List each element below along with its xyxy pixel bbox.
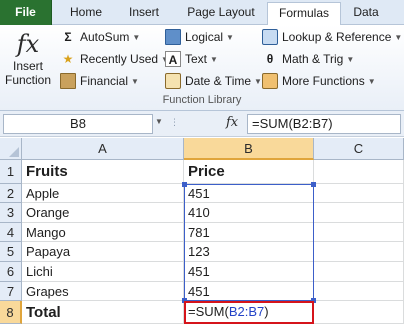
more-functions-label: More Functions <box>282 74 365 88</box>
logical-icon <box>165 28 181 45</box>
formula-prefix: =SUM( <box>188 304 229 319</box>
financial-button[interactable]: Financial ▼ <box>60 71 139 91</box>
row-header-7[interactable]: 7 <box>0 282 22 301</box>
tab-file[interactable]: File <box>0 0 52 25</box>
cell-c3[interactable] <box>314 203 404 223</box>
column-header-a[interactable]: A <box>22 138 184 160</box>
chevron-down-icon: ▼ <box>132 32 141 42</box>
tab-page-layout[interactable]: Page Layout <box>178 2 264 25</box>
formula-input[interactable]: =SUM(B2:B7) <box>247 114 401 134</box>
formula-suffix: ) <box>264 304 269 319</box>
row-header-2[interactable]: 2 <box>0 184 22 203</box>
row-header-8[interactable]: 8 <box>0 301 22 324</box>
cell-b4[interactable]: 781 <box>184 223 314 242</box>
chevron-down-icon: ▼ <box>346 54 355 64</box>
recently-used-label: Recently Used <box>80 52 159 66</box>
cell-b7[interactable]: 451 <box>184 282 314 301</box>
row-header-1[interactable]: 1 <box>0 160 22 184</box>
insert-function-button[interactable]: fx Insert Function <box>4 29 52 91</box>
cell-a6[interactable]: Lichi <box>22 262 184 282</box>
chevron-down-icon: ▼ <box>367 76 376 86</box>
lookup-reference-icon <box>262 28 278 45</box>
text-icon: A <box>165 50 181 67</box>
insert-function-icon: fx <box>16 30 40 58</box>
financial-icon <box>60 72 76 89</box>
cell-c8[interactable] <box>314 301 404 324</box>
date-time-icon <box>165 72 181 89</box>
cell-b3[interactable]: 410 <box>184 203 314 223</box>
date-time-label: Date & Time <box>185 74 252 88</box>
chevron-down-icon: ▼ <box>210 54 218 64</box>
financial-label: Financial <box>80 74 129 88</box>
text-button[interactable]: A Text ▼ <box>165 49 218 69</box>
cell-a3[interactable]: Orange <box>22 203 184 223</box>
row-header-6[interactable]: 6 <box>0 262 22 282</box>
lookup-reference-button[interactable]: Lookup & Reference ▼ <box>262 27 402 47</box>
autosum-button[interactable]: Σ AutoSum ▼ <box>60 27 140 47</box>
chevron-down-icon: ▼ <box>394 32 403 42</box>
recently-used-button[interactable]: ★Recently Used▼ <box>60 49 169 69</box>
recently-used-icon: ★ <box>62 51 74 66</box>
cell-b5[interactable]: 123 <box>184 242 314 262</box>
row-header-4[interactable]: 4 <box>0 223 22 242</box>
ribbon-group-label: Function Library <box>162 94 242 106</box>
name-box-dropdown-icon[interactable]: ▼ <box>155 117 163 126</box>
tab-data[interactable]: Data <box>346 2 386 25</box>
formula-bar: B8 ▼ ⋮ fx =SUM(B2:B7) <box>0 111 404 137</box>
formula-bar-resize-grip-icon[interactable]: ⋮ <box>170 117 180 128</box>
cell-a5[interactable]: Papaya <box>22 242 184 262</box>
cell-a8[interactable]: Total <box>22 301 184 324</box>
math-trig-icon: θ <box>266 51 274 66</box>
cell-c4[interactable] <box>314 223 404 242</box>
insert-function-label-line1: Insert <box>12 59 43 73</box>
cell-c2[interactable] <box>314 184 404 203</box>
tab-home[interactable]: Home <box>58 2 114 25</box>
formula-range-reference: B2:B7 <box>228 304 265 319</box>
select-all-corner[interactable] <box>0 138 22 160</box>
math-trig-button[interactable]: θ Math & Trig ▼ <box>262 49 355 69</box>
logical-button[interactable]: Logical ▼ <box>165 27 234 47</box>
cell-b6[interactable]: 451 <box>184 262 314 282</box>
insert-function-fx-icon[interactable]: fx <box>226 115 238 130</box>
autosum-label: AutoSum <box>80 30 130 44</box>
cell-a7[interactable]: Grapes <box>22 282 184 301</box>
name-box[interactable]: B8 <box>3 114 153 134</box>
ribbon-tab-bar: File Home Insert Page Layout Formulas Da… <box>0 0 404 26</box>
cell-c7[interactable] <box>314 282 404 301</box>
cell-c1[interactable] <box>314 160 404 184</box>
cell-b2[interactable]: 451 <box>184 184 314 203</box>
date-time-button[interactable]: Date & Time ▼ <box>165 71 262 91</box>
cell-c6[interactable] <box>314 262 404 282</box>
row-header-3[interactable]: 3 <box>0 203 22 223</box>
cell-a1[interactable]: Fruits <box>22 160 184 184</box>
column-header-b[interactable]: B <box>184 138 314 160</box>
row-header-5[interactable]: 5 <box>0 242 22 262</box>
insert-function-label-line2: Function <box>4 73 52 87</box>
logical-label: Logical <box>185 30 224 44</box>
column-header-c[interactable]: C <box>314 138 404 160</box>
cell-c5[interactable] <box>314 242 404 262</box>
worksheet-grid[interactable]: A B C 1 Fruits Price 2 Apple 451 3 Orang… <box>0 138 404 334</box>
tab-formulas[interactable]: Formulas <box>267 2 341 26</box>
lookup-reference-label: Lookup & Reference <box>282 30 392 44</box>
more-functions-button[interactable]: More Functions ▼ <box>262 71 376 91</box>
text-label: Text <box>185 52 208 66</box>
tab-insert[interactable]: Insert <box>118 2 170 25</box>
cell-b1[interactable]: Price <box>184 160 314 184</box>
math-trig-label: Math & Trig <box>282 52 344 66</box>
more-functions-icon <box>262 72 278 89</box>
chevron-down-icon: ▼ <box>254 76 262 86</box>
chevron-down-icon: ▼ <box>226 32 234 42</box>
cell-a2[interactable]: Apple <box>22 184 184 203</box>
cell-b8-formula[interactable]: =SUM(B2:B7) <box>184 301 314 324</box>
cell-a4[interactable]: Mango <box>22 223 184 242</box>
autosum-icon: Σ <box>64 29 72 44</box>
chevron-down-icon: ▼ <box>131 76 139 86</box>
ribbon-function-library: fx Insert Function Σ AutoSum ▼ ★ Recently U… <box>0 25 404 111</box>
